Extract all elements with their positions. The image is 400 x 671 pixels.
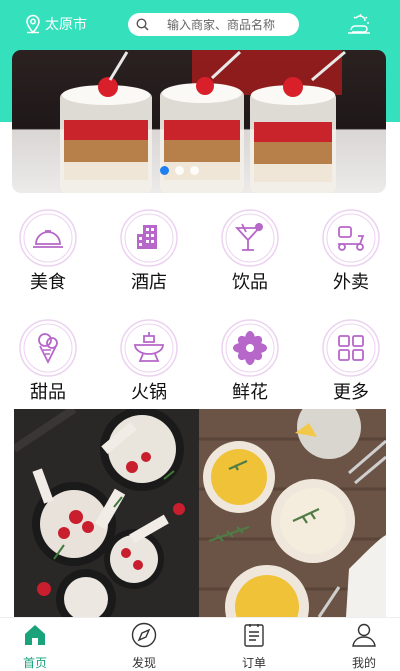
category-label: 火锅 (131, 382, 167, 403)
tab-label: 发现 (131, 656, 156, 670)
city-selector[interactable]: 太原市 (24, 13, 87, 35)
category-label: 甜品 (30, 382, 66, 403)
carousel-dots[interactable] (160, 166, 199, 175)
tab-home[interactable]: 首页 (5, 618, 65, 670)
ice-cream-icon (19, 319, 77, 377)
lemon-tarts-image (199, 409, 386, 617)
tab-label: 订单 (241, 656, 266, 670)
category-hotpot[interactable]: 火锅 (109, 318, 189, 408)
search-bar[interactable] (128, 13, 299, 36)
scooter-icon (322, 209, 380, 267)
dessert-cups-image (60, 50, 346, 193)
tab-label: 首页 (22, 656, 47, 670)
grid-icon (322, 319, 380, 377)
city-name: 太原市 (45, 17, 87, 33)
compass-icon (131, 622, 157, 648)
food-photo-lemon-tarts[interactable] (199, 409, 386, 617)
tab-orders[interactable]: 订单 (224, 618, 284, 670)
tab-discover[interactable]: 发现 (114, 618, 174, 670)
category-flowers[interactable]: 鲜花 (210, 318, 290, 408)
flower-icon (221, 319, 279, 377)
category-more[interactable]: 更多 (311, 318, 391, 408)
category-label: 外卖 (333, 272, 369, 293)
category-label: 饮品 (232, 272, 268, 293)
category-label: 酒店 (131, 272, 167, 293)
search-input[interactable] (167, 17, 297, 32)
food-photo-berries[interactable] (14, 409, 199, 617)
carousel-dot[interactable] (160, 166, 169, 175)
berry-bowls-image (14, 409, 199, 617)
food-dome-icon (19, 209, 77, 267)
weather-icon[interactable] (347, 14, 371, 38)
category-label: 更多 (333, 382, 369, 403)
home-icon (25, 625, 45, 645)
user-icon (352, 623, 376, 647)
bottom-tab-bar: 首页 发现 订单 我的 (0, 617, 400, 670)
category-label: 美食 (30, 272, 66, 293)
search-icon (136, 18, 149, 31)
category-dessert[interactable]: 甜品 (8, 318, 88, 408)
category-drinks[interactable]: 饮品 (210, 208, 290, 298)
category-label: 鲜花 (232, 382, 268, 403)
promo-banner[interactable] (12, 50, 386, 193)
tab-profile[interactable]: 我的 (334, 618, 394, 670)
location-pin-icon (26, 14, 40, 34)
tab-label: 我的 (351, 656, 376, 670)
category-takeout[interactable]: 外卖 (311, 208, 391, 298)
order-icon (244, 624, 264, 647)
category-hotel[interactable]: 酒店 (109, 208, 189, 298)
hotel-icon (120, 209, 178, 267)
cocktail-icon (221, 209, 279, 267)
carousel-dot[interactable] (190, 166, 199, 175)
hotpot-icon (120, 319, 178, 377)
category-food[interactable]: 美食 (8, 208, 88, 298)
carousel-dot[interactable] (175, 166, 184, 175)
